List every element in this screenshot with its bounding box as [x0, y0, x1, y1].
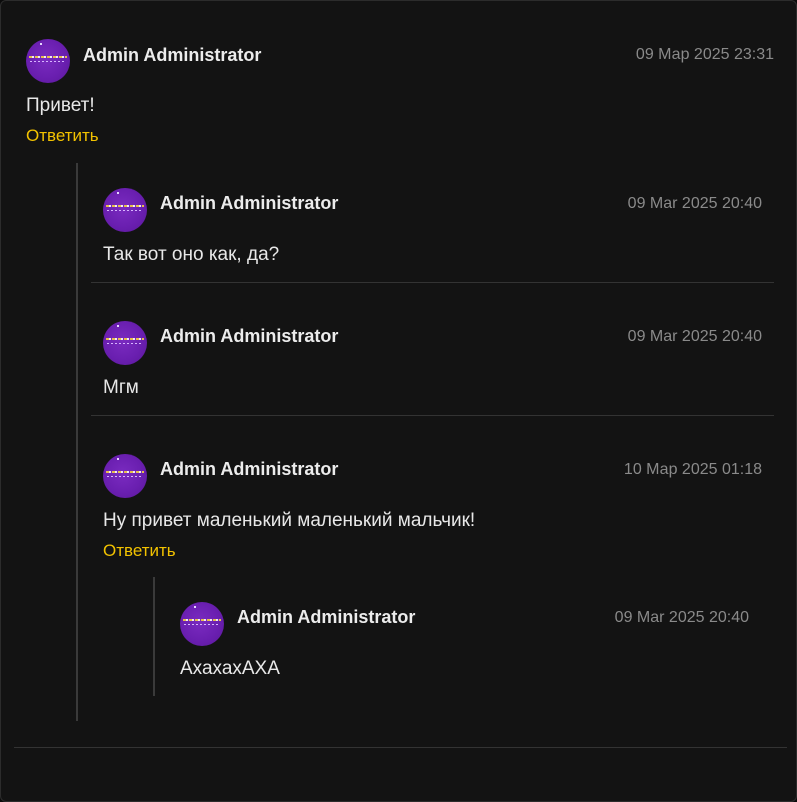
comment-text: Привет!: [26, 95, 95, 116]
avatar-detail: [117, 325, 119, 327]
comment-text: Ну привет маленький маленький мальчик!: [103, 510, 476, 531]
avatar[interactable]: [180, 602, 224, 646]
comment-text: Мгм: [103, 377, 139, 398]
thread-line: [153, 577, 155, 696]
reply-button[interactable]: Ответить: [103, 541, 176, 561]
comment-divider: [91, 282, 774, 283]
avatar-detail: [29, 56, 67, 58]
comment-divider: [91, 415, 774, 416]
comment-author[interactable]: Admin Administrator: [83, 45, 261, 66]
comment-text: Так вот оно как, да?: [103, 244, 280, 265]
avatar[interactable]: [103, 454, 147, 498]
avatar-detail: [106, 205, 144, 207]
comment-date: 09 Mar 2025 20:40: [627, 328, 762, 345]
thread-line: [76, 163, 78, 721]
avatar-detail: [107, 210, 143, 211]
comment-author[interactable]: Admin Administrator: [237, 607, 415, 628]
avatar-detail: [107, 343, 143, 344]
comment-date: 09 Мар 2025 23:31: [635, 46, 774, 63]
avatar-detail: [40, 43, 42, 45]
avatar-detail: [183, 619, 221, 621]
comment-date: 09 Mar 2025 20:40: [627, 195, 762, 212]
comments-panel: Admin Administrator 09 Мар 2025 23:31 Пр…: [0, 0, 797, 802]
comment-author[interactable]: Admin Administrator: [160, 459, 338, 480]
avatar-detail: [117, 458, 119, 460]
section-divider: [14, 747, 787, 748]
avatar-detail: [106, 471, 144, 473]
avatar-detail: [117, 192, 119, 194]
avatar-detail: [30, 61, 66, 62]
comment-date: 10 Мар 2025 01:18: [623, 461, 762, 478]
avatar[interactable]: [26, 39, 70, 83]
comment-text: АхахахАХА: [180, 658, 280, 679]
reply-button[interactable]: Ответить: [26, 126, 99, 146]
avatar[interactable]: [103, 321, 147, 365]
avatar-detail: [194, 606, 196, 608]
comment-author[interactable]: Admin Administrator: [160, 193, 338, 214]
comment-date: 09 Mar 2025 20:40: [614, 609, 749, 626]
comment-author[interactable]: Admin Administrator: [160, 326, 338, 347]
avatar-detail: [184, 624, 220, 625]
avatar-detail: [106, 338, 144, 340]
avatar[interactable]: [103, 188, 147, 232]
avatar-detail: [107, 476, 143, 477]
